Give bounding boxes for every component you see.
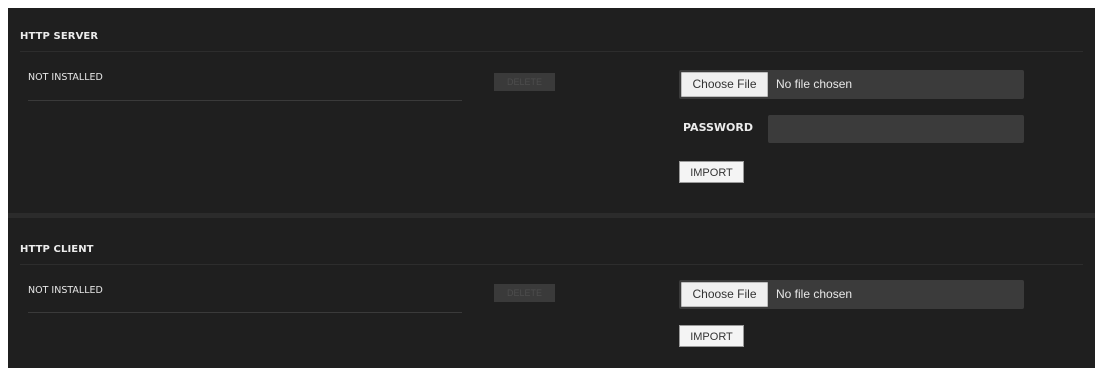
http-server-file-input[interactable]: Choose File No file chosen — [679, 70, 1024, 99]
http-client-import-button[interactable]: IMPORT — [679, 325, 744, 347]
http-client-delete-button[interactable]: DELETE — [494, 284, 555, 302]
http-server-status: NOT INSTALLED — [28, 72, 103, 83]
http-server-delete-button[interactable]: DELETE — [494, 73, 555, 91]
certificate-panel: HTTP SERVER NOT INSTALLED DELETE Choose … — [8, 8, 1095, 368]
http-server-password-label: PASSWORD — [683, 121, 754, 134]
http-client-choose-file-button[interactable]: Choose File — [681, 282, 768, 307]
http-client-status: NOT INSTALLED — [28, 285, 103, 296]
http-client-file-status: No file chosen — [776, 287, 853, 301]
http-client-file-input[interactable]: Choose File No file chosen — [679, 280, 1024, 309]
http-client-section: HTTP CLIENT NOT INSTALLED DELETE Choose … — [8, 218, 1095, 368]
http-server-title-divider — [20, 51, 1083, 52]
http-client-title: HTTP CLIENT — [20, 244, 94, 255]
http-server-title: HTTP SERVER — [20, 31, 99, 42]
http-client-title-divider — [20, 264, 1083, 265]
http-server-import-button[interactable]: IMPORT — [679, 161, 744, 183]
http-server-file-status: No file chosen — [776, 77, 853, 91]
http-server-password-field[interactable] — [768, 115, 1024, 143]
http-server-section: HTTP SERVER NOT INSTALLED DELETE Choose … — [8, 8, 1095, 214]
http-server-status-divider — [28, 100, 462, 101]
http-server-choose-file-button[interactable]: Choose File — [681, 72, 768, 97]
http-client-status-divider — [28, 312, 462, 313]
